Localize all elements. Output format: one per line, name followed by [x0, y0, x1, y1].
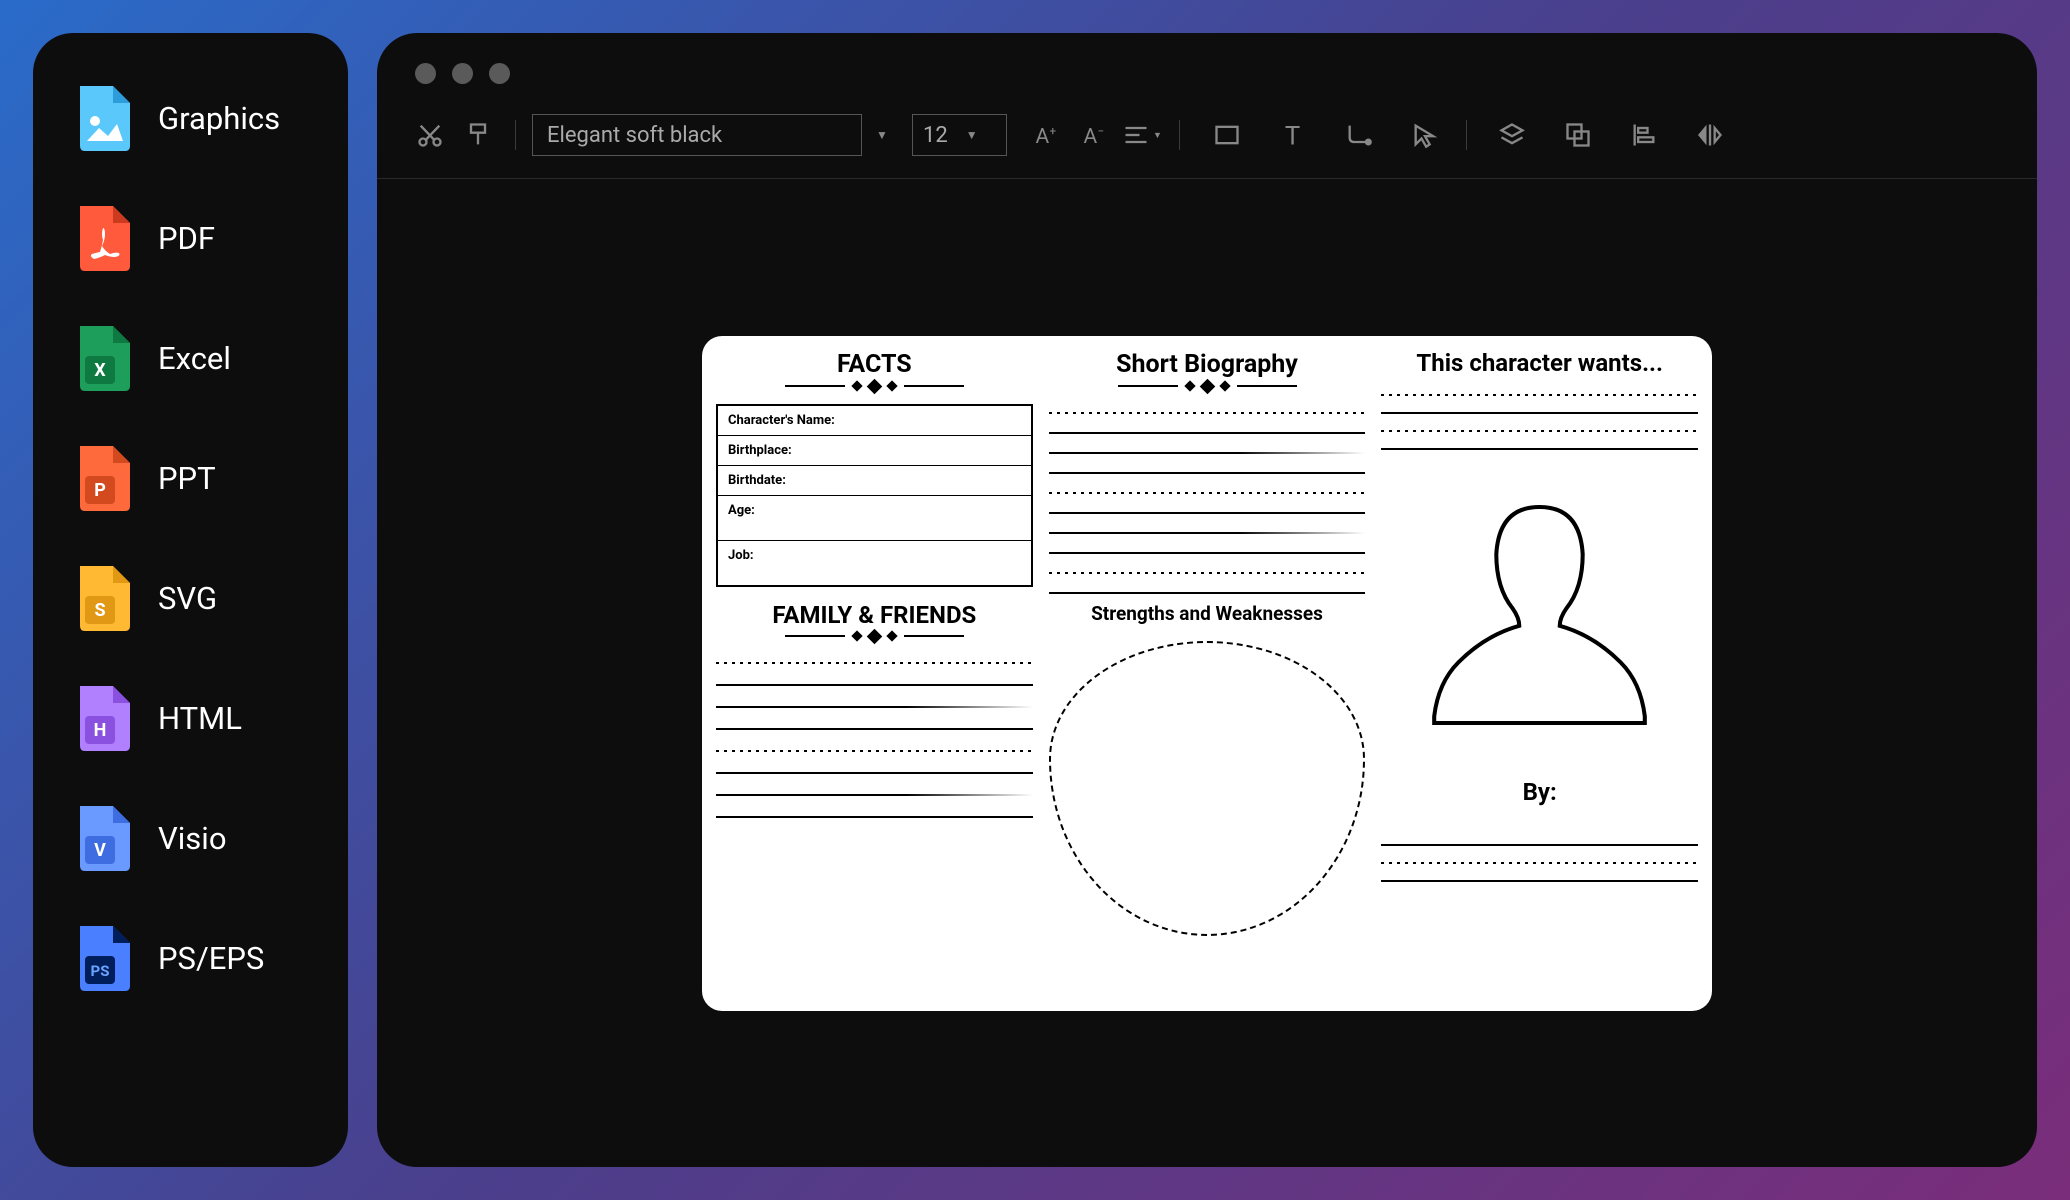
toolbar-divider — [1466, 120, 1467, 150]
font-size-value: 12 — [923, 123, 948, 148]
align-button[interactable]: ▼ — [1121, 114, 1163, 156]
group-button[interactable] — [1557, 114, 1599, 156]
decrease-font-button[interactable]: A− — [1073, 114, 1115, 156]
flip-button[interactable] — [1689, 114, 1731, 156]
html-file-icon: H — [75, 686, 130, 751]
editor-window: Elegant soft black ▼ 12 ▼ A+ A− ▼ T — [377, 33, 2037, 1167]
doc-column-facts: FACTS Character's Name: Birthplace: Birt… — [716, 350, 1033, 997]
sidebar-item-svg[interactable]: S SVG — [63, 561, 318, 636]
by-label[interactable]: By: — [1381, 778, 1698, 806]
heading-divider-icon — [1049, 381, 1366, 392]
sidebar-item-pdf[interactable]: PDF — [63, 201, 318, 276]
editor-toolbar: Elegant soft black ▼ 12 ▼ A+ A− ▼ T — [377, 104, 2037, 179]
doc-column-wants: This character wants... By: — [1381, 350, 1698, 997]
facts-name-row[interactable]: Character's Name: — [718, 406, 1031, 436]
sidebar-item-label: HTML — [158, 700, 242, 737]
sidebar-item-html[interactable]: H HTML — [63, 681, 318, 756]
sidebar-item-label: PPT — [158, 460, 216, 497]
sidebar-item-label: Visio — [158, 820, 227, 857]
format-painter-button[interactable] — [457, 114, 499, 156]
image-file-icon — [75, 86, 130, 151]
window-minimize-dot[interactable] — [452, 63, 473, 84]
file-type-sidebar: Graphics PDF X Excel — [33, 33, 348, 1167]
align-objects-button[interactable] — [1623, 114, 1665, 156]
pdf-file-icon — [75, 206, 130, 271]
svg-text:V: V — [94, 840, 106, 861]
heading-bio[interactable]: Short Biography — [1049, 350, 1366, 379]
facts-job-row[interactable]: Job: — [718, 541, 1031, 585]
window-controls — [377, 33, 2037, 104]
sidebar-item-ppt[interactable]: P PPT — [63, 441, 318, 516]
doc-column-bio: Short Biography Strengths and Weaknesses — [1049, 350, 1366, 997]
text-tool-button[interactable]: T — [1272, 114, 1314, 156]
svg-text:−: − — [1098, 124, 1105, 138]
sidebar-item-label: Excel — [158, 340, 231, 377]
chevron-down-icon: ▼ — [1153, 130, 1162, 141]
cut-button[interactable] — [409, 114, 451, 156]
facts-birthplace-row[interactable]: Birthplace: — [718, 436, 1031, 466]
sidebar-item-pseps[interactable]: PS PS/EPS — [63, 921, 318, 996]
writing-lines[interactable] — [1381, 836, 1698, 882]
pointer-tool-button[interactable] — [1404, 114, 1446, 156]
svg-text:X: X — [94, 360, 106, 381]
ppt-file-icon: P — [75, 446, 130, 511]
svg-text:+: + — [1050, 124, 1057, 138]
svg-text:A: A — [1036, 125, 1050, 149]
facts-birthdate-row[interactable]: Birthdate: — [718, 466, 1031, 496]
svg-file-icon: S — [75, 566, 130, 631]
svg-text:P: P — [94, 480, 106, 501]
window-close-dot[interactable] — [415, 63, 436, 84]
svg-text:A: A — [1084, 125, 1098, 149]
font-family-value: Elegant soft black — [547, 123, 722, 148]
heading-facts[interactable]: FACTS — [716, 350, 1033, 379]
chevron-down-icon: ▼ — [966, 128, 978, 142]
heading-divider-icon — [716, 631, 1033, 642]
canvas-area[interactable]: FACTS Character's Name: Birthplace: Birt… — [377, 179, 2037, 1167]
sidebar-item-label: PS/EPS — [158, 940, 264, 977]
layers-button[interactable] — [1491, 114, 1533, 156]
ps-file-icon: PS — [75, 926, 130, 991]
visio-file-icon: V — [75, 806, 130, 871]
writing-lines[interactable] — [716, 654, 1033, 818]
sidebar-item-excel[interactable]: X Excel — [63, 321, 318, 396]
font-size-select[interactable]: 12 ▼ — [912, 114, 1007, 156]
sidebar-item-label: PDF — [158, 220, 215, 257]
svg-text:H: H — [94, 720, 107, 741]
excel-file-icon: X — [75, 326, 130, 391]
heading-wants[interactable]: This character wants... — [1381, 350, 1698, 376]
chevron-down-icon: ▼ — [876, 128, 888, 142]
increase-font-button[interactable]: A+ — [1025, 114, 1067, 156]
svg-text:S: S — [94, 600, 105, 621]
sidebar-item-graphics[interactable]: Graphics — [63, 81, 318, 156]
svg-text:T: T — [1285, 121, 1300, 149]
facts-age-row[interactable]: Age: — [718, 496, 1031, 541]
connector-tool-button[interactable] — [1338, 114, 1380, 156]
window-maximize-dot[interactable] — [489, 63, 510, 84]
svg-text:PS: PS — [91, 962, 110, 980]
toolbar-divider — [515, 120, 516, 150]
font-family-select[interactable]: Elegant soft black — [532, 114, 862, 156]
facts-table[interactable]: Character's Name: Birthplace: Birthdate:… — [716, 404, 1033, 587]
font-family-dropdown[interactable]: ▼ — [868, 114, 896, 156]
heading-divider-icon — [716, 381, 1033, 392]
heading-family[interactable]: FAMILY & FRIENDS — [716, 601, 1033, 629]
thought-bubble-shape[interactable] — [1049, 641, 1366, 936]
sidebar-item-label: Graphics — [158, 100, 280, 137]
sidebar-item-label: SVG — [158, 580, 217, 617]
toolbar-divider — [1179, 120, 1180, 150]
sidebar-item-visio[interactable]: V Visio — [63, 801, 318, 876]
writing-lines[interactable] — [1049, 404, 1366, 594]
document-canvas[interactable]: FACTS Character's Name: Birthplace: Birt… — [702, 336, 1712, 1011]
person-silhouette-icon[interactable] — [1381, 470, 1698, 750]
rectangle-tool-button[interactable] — [1206, 114, 1248, 156]
heading-strengths[interactable]: Strengths and Weaknesses — [1049, 602, 1366, 625]
writing-lines[interactable] — [1381, 386, 1698, 450]
